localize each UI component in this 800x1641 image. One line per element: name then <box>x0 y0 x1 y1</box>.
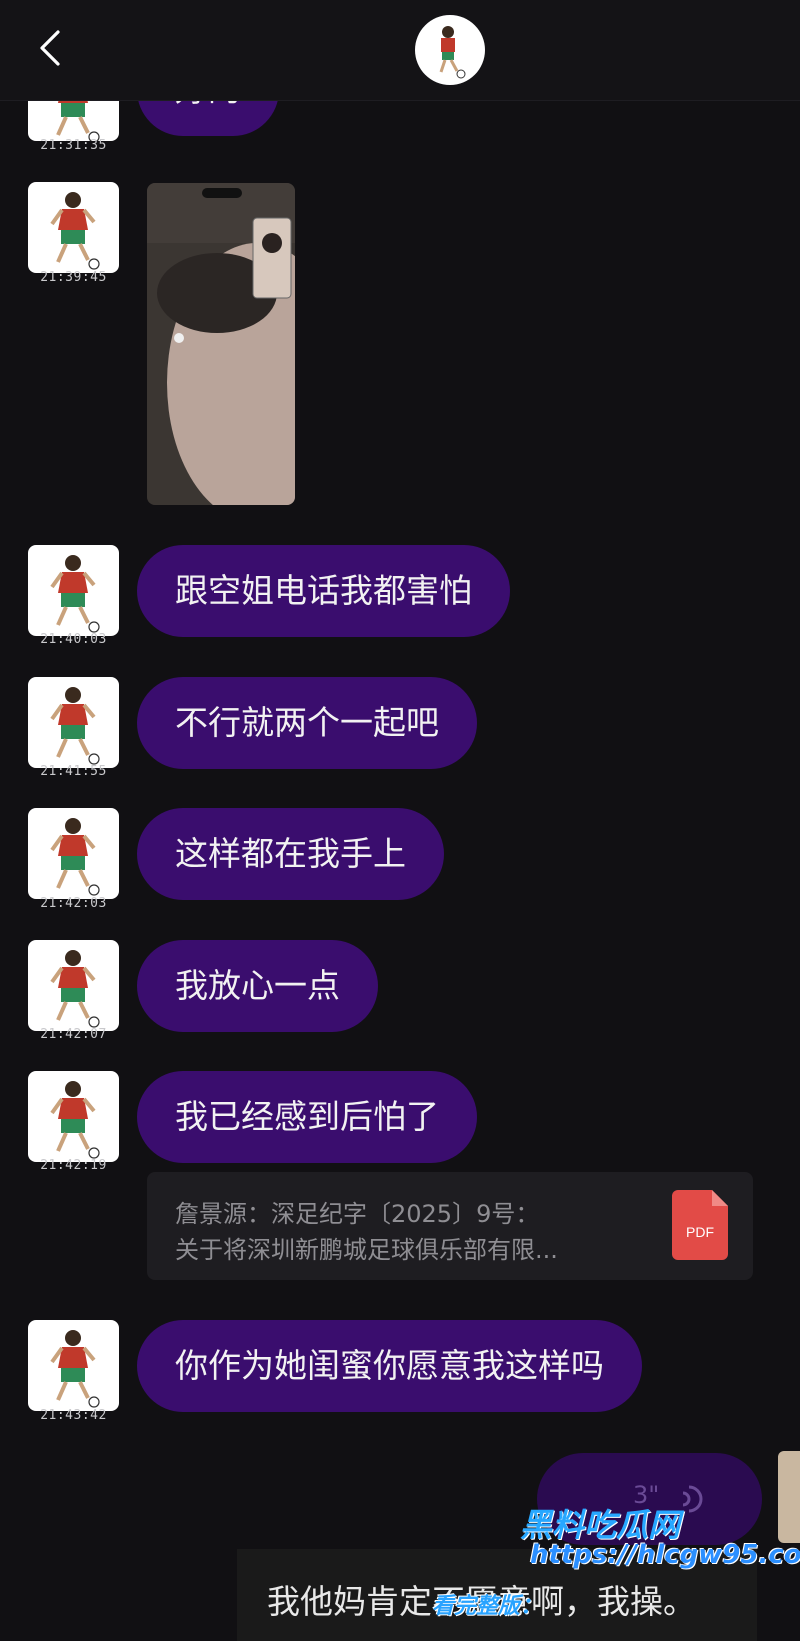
sender-avatar[interactable] <box>28 545 119 636</box>
file-subtitle: 关于将深圳新鹏城足球俱乐部有限... <box>175 1236 558 1264</box>
message-time: 21:42:19 <box>40 1158 107 1173</box>
voice-wave-icon <box>682 1485 703 1513</box>
message-bubble[interactable]: 我放心一点 <box>137 940 378 1032</box>
message-time: 21:40:03 <box>40 632 107 647</box>
watermark-url: https://hlcgw95.com <box>530 1540 800 1570</box>
watermark-prefix: 看完整版： <box>432 1594 543 1619</box>
pdf-label: PDF <box>686 1224 714 1240</box>
message-bubble[interactable]: 跟空姐电话我都害怕 <box>137 545 510 637</box>
sender-avatar[interactable] <box>28 808 119 899</box>
message-time: 21:39:45 <box>40 270 107 285</box>
message-time: 21:42:03 <box>40 896 107 911</box>
file-card[interactable]: 詹景源：深足纪字〔2025〕9号： 关于将深圳新鹏城足球俱乐部有限... PDF <box>147 1172 753 1280</box>
video-call-screenshot[interactable] <box>147 183 295 505</box>
message-bubble[interactable]: 不行就两个一起吧 <box>137 677 477 769</box>
soccer-player-icon <box>50 1081 100 1159</box>
file-title: 詹景源：深足纪字〔2025〕9号： <box>175 1200 540 1228</box>
pdf-icon: PDF <box>672 1190 728 1260</box>
message-time: 21:41:55 <box>40 764 107 779</box>
message-time: 21:43:42 <box>40 1408 107 1423</box>
soccer-player-icon <box>50 192 100 270</box>
sender-avatar[interactable] <box>28 940 119 1031</box>
soccer-player-icon <box>50 687 100 765</box>
self-avatar[interactable] <box>778 1451 800 1543</box>
soccer-player-icon <box>50 555 100 633</box>
message-bubble[interactable]: 这样都在我手上 <box>137 808 444 900</box>
soccer-player-icon <box>50 1330 100 1408</box>
soccer-player-icon <box>50 950 100 1028</box>
message-time: 21:42:07 <box>40 1027 107 1042</box>
contact-avatar-image[interactable] <box>415 15 485 85</box>
sender-avatar[interactable] <box>28 182 119 273</box>
message-time: 21:31:35 <box>40 138 107 153</box>
sender-avatar[interactable] <box>28 1320 119 1411</box>
soccer-player-icon <box>50 818 100 896</box>
message-bubble[interactable]: 我已经感到后怕了 <box>137 1071 477 1163</box>
sender-avatar[interactable] <box>28 1071 119 1162</box>
header-overlay <box>0 0 800 101</box>
sender-avatar[interactable] <box>28 677 119 768</box>
message-bubble[interactable]: 你作为她闺蜜你愿意我这样吗 <box>137 1320 642 1412</box>
back-icon[interactable] <box>30 26 74 70</box>
